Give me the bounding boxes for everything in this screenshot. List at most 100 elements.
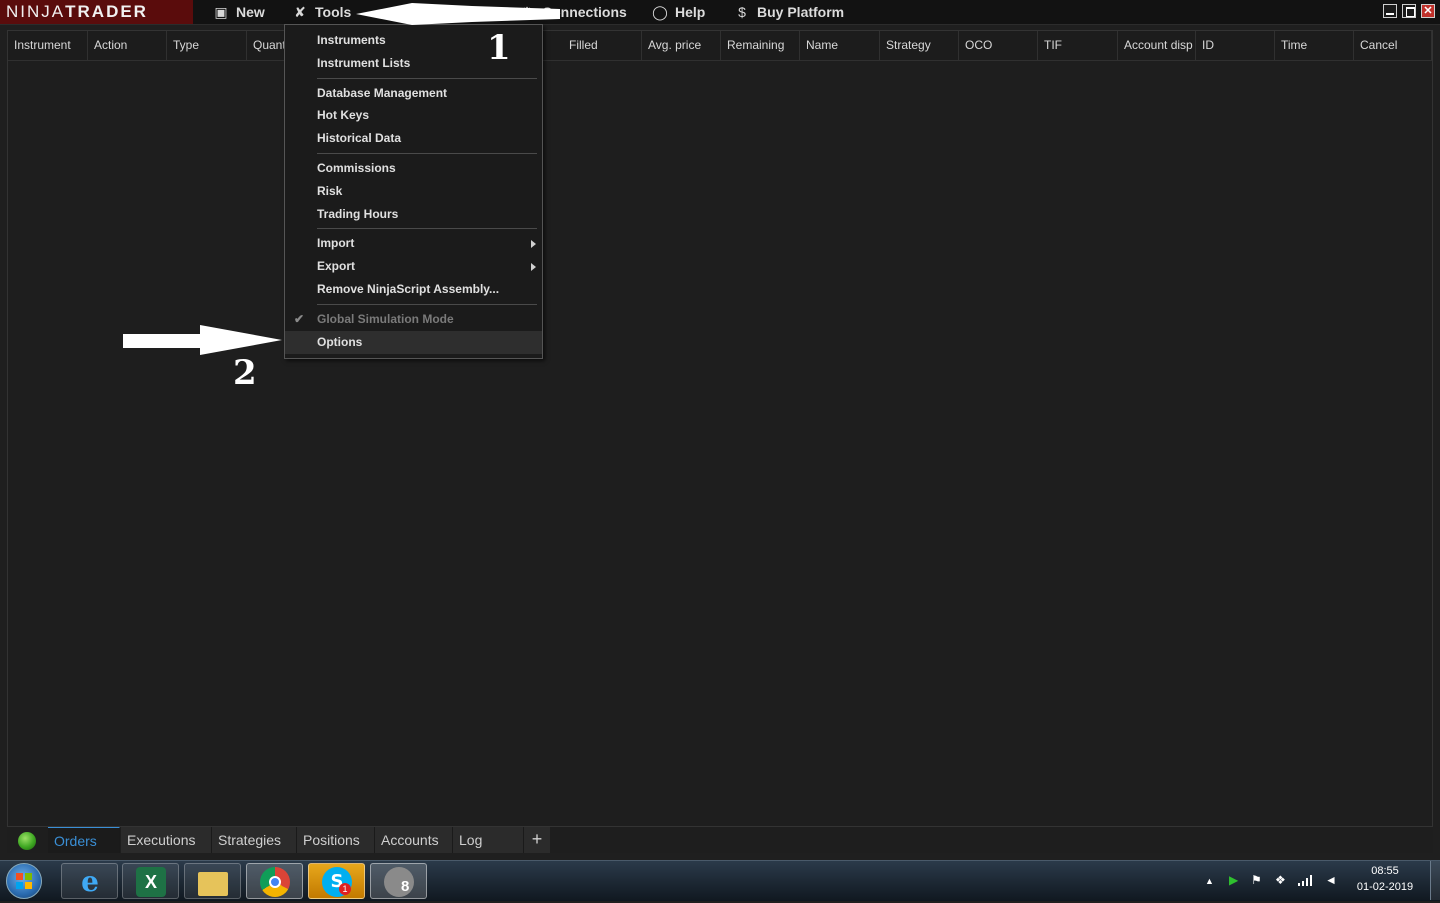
system-clock[interactable]: 08:55 01-02-2019	[1348, 863, 1422, 895]
menu-item-database-management[interactable]: Database Management	[285, 82, 542, 105]
ninjatrader-logo[interactable]: NINJATRADER	[0, 0, 193, 24]
menu-item-export[interactable]: Export	[285, 255, 542, 278]
col-header-name[interactable]: Name	[800, 31, 880, 60]
menu-buy-platform[interactable]: $ Buy Platform	[733, 0, 844, 24]
col-header-type[interactable]: Type	[167, 31, 247, 60]
logo-text-light: NINJA	[6, 2, 66, 21]
close-button[interactable]: ✕	[1421, 4, 1435, 18]
excel-icon: X	[136, 867, 166, 897]
menu-item-risk[interactable]: Risk	[285, 180, 542, 203]
start-button[interactable]	[6, 863, 42, 899]
col-header-remaining[interactable]: Remaining	[721, 31, 800, 60]
tab-strategies[interactable]: Strategies	[212, 827, 297, 853]
col-header-avg-price[interactable]: Avg. price	[642, 31, 721, 60]
menu-tools[interactable]: ✘ Tools	[291, 0, 351, 24]
menu-help-label: Help	[675, 4, 706, 20]
menu-tools-label: Tools	[315, 4, 352, 20]
menu-item-options-label: Options	[317, 335, 363, 349]
action-center-flag-icon[interactable]: ⚑	[1251, 873, 1262, 887]
menu-item-import[interactable]: Import	[285, 232, 542, 255]
annotation-number-2: 2	[233, 353, 257, 393]
help-lifebuoy-icon: ◯	[652, 4, 668, 20]
menu-item-instruments-label: Instruments	[317, 33, 386, 47]
col-header-tif[interactable]: TIF	[1038, 31, 1118, 60]
tab-executions[interactable]: Executions	[121, 827, 212, 853]
taskbar-skype[interactable]: S 1	[308, 863, 365, 899]
menu-separator	[317, 153, 537, 154]
menu-item-export-label: Export	[317, 259, 356, 273]
col-header-time[interactable]: Time	[1275, 31, 1354, 60]
chrome-icon	[260, 867, 290, 897]
menu-item-global-simulation-mode[interactable]: ✔ Global Simulation Mode	[285, 308, 542, 331]
network-bars-icon	[1298, 875, 1312, 886]
annotation-arrow-1	[356, 3, 560, 25]
tab-positions[interactable]: Positions	[297, 827, 375, 853]
show-desktop-button[interactable]	[1430, 861, 1440, 900]
tools-dropdown-menu: Instruments Instrument Lists Database Ma…	[284, 24, 543, 359]
orders-grid[interactable]: Instrument Action Type Quant Filled Avg.…	[7, 30, 1433, 827]
menu-new-label: New	[236, 4, 265, 20]
dollar-icon: $	[738, 4, 746, 20]
minimize-icon	[1386, 13, 1394, 15]
bottom-tab-bar: Orders Executions Strategies Positions A…	[7, 827, 1433, 853]
col-header-id[interactable]: ID	[1196, 31, 1275, 60]
taskbar-ninjatrader[interactable]: 8	[370, 863, 427, 899]
chrome-center-icon	[269, 876, 281, 888]
close-icon: ✕	[1423, 5, 1433, 17]
menu-separator	[317, 78, 537, 79]
menu-item-hot-keys[interactable]: Hot Keys	[285, 104, 542, 127]
menu-item-remove-ninjascript-assembly-label: Remove NinjaScript Assembly...	[317, 282, 500, 296]
menu-separator	[317, 228, 537, 229]
ninjatrader-icon	[384, 867, 414, 897]
col-header-action[interactable]: Action	[88, 31, 167, 60]
new-window-icon: ▣	[214, 4, 228, 20]
taskbar-internet-explorer[interactable]: e	[61, 863, 118, 899]
play-icon[interactable]: ▶	[1229, 873, 1238, 887]
orders-grid-header: Instrument Action Type Quant Filled Avg.…	[8, 31, 1432, 61]
minimize-button[interactable]	[1383, 4, 1397, 18]
volume-speaker-icon[interactable]: ◄	[1325, 873, 1337, 887]
taskbar-chrome[interactable]	[246, 863, 303, 899]
windows-logo-icon	[16, 873, 32, 889]
menu-item-risk-label: Risk	[317, 184, 343, 198]
col-header-oco[interactable]: OCO	[959, 31, 1038, 60]
menu-item-historical-data-label: Historical Data	[317, 131, 402, 145]
add-tab-button[interactable]: +	[524, 827, 550, 853]
menu-help[interactable]: ◯ Help	[651, 0, 705, 24]
tab-log[interactable]: Log	[453, 827, 524, 853]
menu-separator	[317, 304, 537, 305]
taskbar-excel[interactable]: X	[122, 863, 179, 899]
dropbox-icon[interactable]: ❖	[1275, 873, 1286, 887]
show-hidden-icons-arrow-icon[interactable]: ▲	[1205, 876, 1214, 886]
clock-time: 08:55	[1371, 865, 1399, 877]
menu-item-historical-data[interactable]: Historical Data	[285, 127, 542, 150]
menu-item-import-label: Import	[317, 236, 355, 250]
restore-button[interactable]	[1402, 4, 1416, 18]
menu-item-trading-hours[interactable]: Trading Hours	[285, 203, 542, 226]
tools-wrench-icon: ✘	[294, 4, 306, 20]
menu-item-commissions[interactable]: Commissions	[285, 157, 542, 180]
restore-icon	[1406, 7, 1415, 17]
internet-explorer-icon: e	[81, 865, 99, 898]
col-header-filled[interactable]: Filled	[563, 31, 642, 60]
col-header-account-display[interactable]: Account disp	[1118, 31, 1196, 60]
network-signal-icon[interactable]	[1298, 874, 1314, 889]
taskbar-file-explorer[interactable]	[184, 863, 241, 899]
tab-orders[interactable]: Orders	[48, 827, 120, 853]
logo-text-bold: TRADER	[65, 2, 148, 21]
tab-accounts[interactable]: Accounts	[375, 827, 453, 853]
col-header-strategy[interactable]: Strategy	[880, 31, 959, 60]
col-header-instrument[interactable]: Instrument	[8, 31, 88, 60]
submenu-arrow-icon	[531, 240, 536, 248]
annotation-number-1: 1	[487, 28, 511, 68]
submenu-arrow-icon	[531, 263, 536, 271]
folder-icon	[198, 872, 228, 896]
main-menu-bar: NINJATRADER ▣New ✘Tools ⚙Connections ◯He…	[0, 0, 1440, 25]
menu-item-commissions-label: Commissions	[317, 161, 396, 175]
menu-item-remove-ninjascript-assembly[interactable]: Remove NinjaScript Assembly...	[285, 278, 542, 301]
menu-new[interactable]: ▣ New	[212, 0, 265, 24]
menu-item-options[interactable]: Options	[285, 331, 542, 354]
col-header-cancel[interactable]: Cancel	[1354, 31, 1432, 60]
checkmark-icon: ✔	[294, 312, 305, 326]
clock-date: 01-02-2019	[1356, 881, 1414, 893]
